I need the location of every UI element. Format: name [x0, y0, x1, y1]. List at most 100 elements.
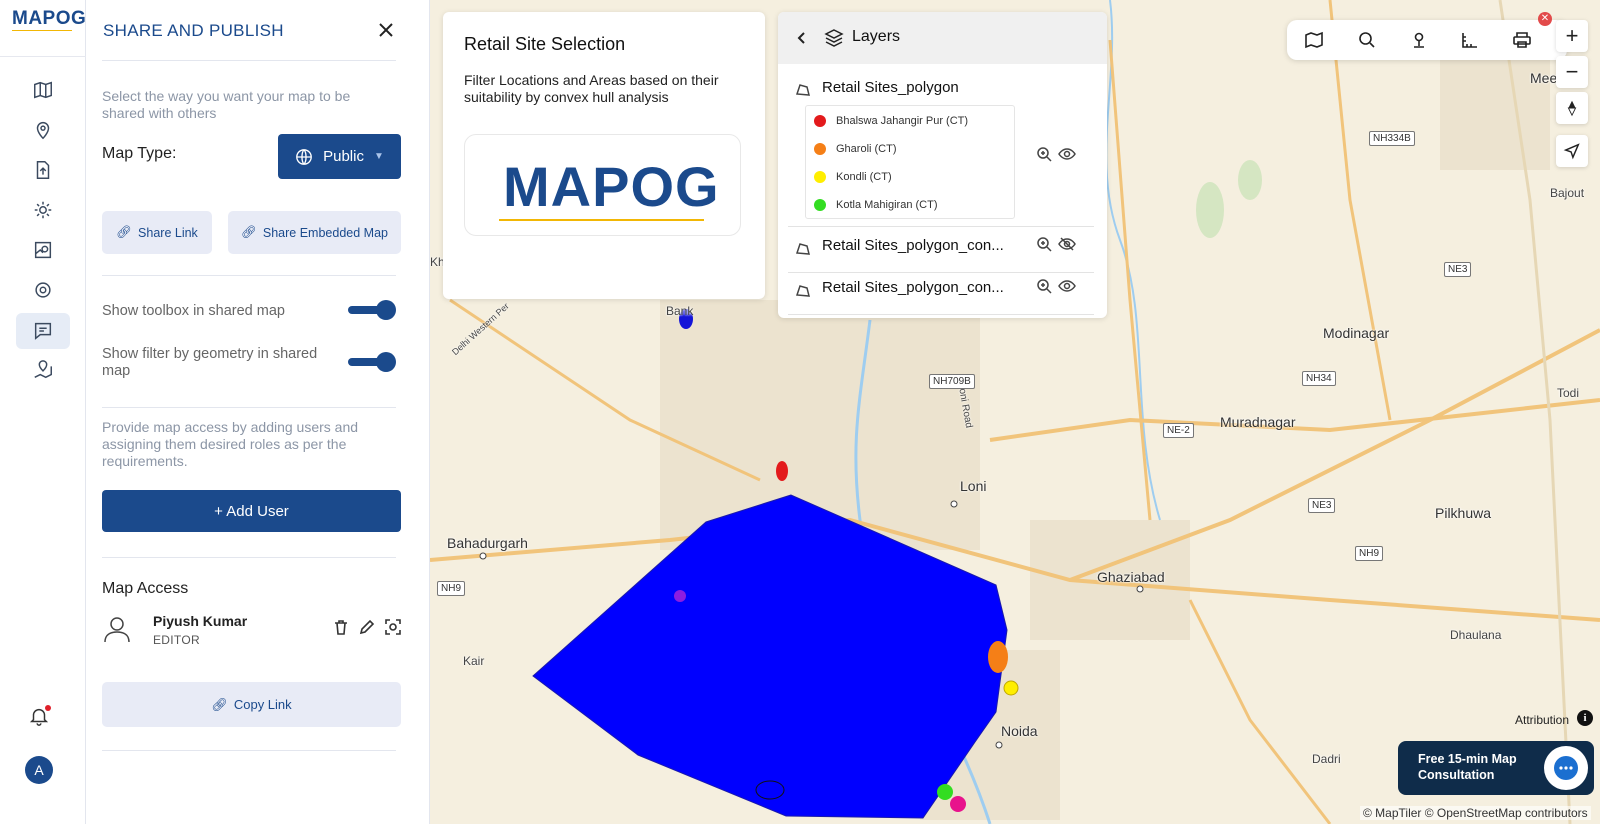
eye-visible-icon[interactable] [1058, 145, 1076, 163]
map-copyright[interactable]: © MapTiler © OpenStreetMap contributors [1360, 806, 1591, 820]
site-marker-orange[interactable] [988, 641, 1008, 673]
layers-header: Layers [778, 12, 1107, 64]
layer-divider [788, 272, 1094, 273]
place-label: Pilkhuwa [1435, 505, 1492, 521]
layer-name[interactable]: Retail Sites_polygon_con... [822, 237, 1004, 254]
site-marker-purple[interactable] [674, 590, 686, 602]
place-label: Dadri [1312, 752, 1341, 766]
legend-item: Kondli (CT) [814, 171, 892, 183]
panel-title: SHARE AND PUBLISH [103, 21, 284, 40]
map-info-card: Retail Site Selection Filter Locations a… [443, 12, 765, 299]
consultation-text: Free 15-min Map Consultation [1418, 752, 1517, 782]
view-access-icon[interactable] [384, 618, 402, 636]
zoom-to-layer-icon[interactable] [1035, 277, 1053, 295]
copy-link-button[interactable]: 🔗︎ Copy Link [102, 682, 401, 727]
user-icon [104, 617, 130, 643]
place-label: Todi [1557, 386, 1580, 400]
map-icon[interactable] [16, 72, 70, 108]
zoom-to-layer-icon[interactable] [1035, 145, 1053, 163]
compass-north-icon[interactable] [1556, 92, 1588, 124]
icon-rail: MAPOG A [0, 0, 86, 824]
map-view-icon[interactable] [1304, 30, 1324, 50]
info-icon[interactable]: i [1577, 710, 1593, 726]
location-pin-icon[interactable] [16, 112, 70, 148]
place-label: Dhaulana [1450, 628, 1502, 642]
rail-divider [0, 56, 86, 57]
map-type-value: Public [323, 148, 364, 165]
print-icon[interactable] [1512, 30, 1532, 50]
layer-name[interactable]: Retail Sites_polygon [822, 79, 959, 96]
share-embedded-map-button[interactable]: 🔗︎ Share Embedded Map [228, 211, 401, 254]
copy-link-label: Copy Link [233, 697, 292, 712]
user-role: EDITOR [153, 633, 200, 647]
upload-file-icon[interactable] [16, 152, 70, 188]
divider [102, 275, 396, 276]
zoom-to-layer-icon[interactable] [1035, 235, 1053, 253]
notification-dot [45, 705, 51, 711]
attribution-label[interactable]: Attribution [1515, 713, 1569, 727]
link-icon: 🔗︎ [211, 696, 228, 712]
logo-underline [12, 30, 72, 31]
divider [102, 60, 396, 61]
chevron-left-icon[interactable] [794, 30, 810, 46]
link-icon: 🔗︎ [116, 225, 133, 239]
legend-item: Bhalswa Jahangir Pur (CT) [814, 115, 968, 127]
add-user-button[interactable]: + Add User [102, 490, 401, 532]
share-link-button[interactable]: 🔗︎ Share Link [102, 211, 212, 254]
settings-icon[interactable] [16, 272, 70, 308]
navigation-arrow-icon [1563, 143, 1580, 160]
layer-legend: Bhalswa Jahangir Pur (CT) Gharoli (CT) K… [805, 105, 1015, 219]
place-label: Bahadurgarh [447, 535, 528, 551]
highway-shield: NH34 [1302, 371, 1336, 386]
eye-visible-icon[interactable] [1058, 277, 1076, 295]
measure-ruler-icon[interactable] [1460, 30, 1480, 50]
layers-title: Layers [852, 28, 901, 45]
site-marker-green[interactable] [937, 784, 953, 800]
geolocate-button[interactable] [1556, 135, 1588, 167]
layer-name[interactable]: Retail Sites_polygon_con... [822, 279, 1004, 296]
map-location-icon[interactable] [16, 352, 70, 388]
site-marker-red[interactable] [776, 461, 788, 481]
user-name: Piyush Kumar [153, 613, 248, 629]
brand-logo-text: MAPOG [503, 155, 720, 218]
place-label: Modinagar [1323, 325, 1390, 341]
highway-shield: NE-2 [1163, 423, 1194, 438]
map-analysis-icon[interactable] [16, 232, 70, 268]
compass-icon [1567, 100, 1577, 117]
map-type-label: Map Type: [102, 145, 177, 162]
close-icon[interactable] [376, 20, 396, 40]
map-type-select[interactable]: Public ▼ [278, 134, 401, 179]
mapog-brand-logo: MAPOG [464, 134, 741, 236]
site-marker-yellow[interactable] [1003, 680, 1019, 696]
toggle-filter-switch[interactable] [348, 352, 398, 372]
eye-hidden-icon[interactable] [1058, 235, 1076, 253]
legend-item: Gharoli (CT) [814, 143, 897, 155]
map-access-title: Map Access [102, 580, 189, 597]
consultation-widget[interactable]: Free 15-min Map Consultation [1398, 741, 1594, 795]
toggle-toolbox-label: Show toolbox in shared map [102, 303, 285, 319]
trash-icon[interactable] [332, 618, 350, 636]
zoom-out-button[interactable]: − [1556, 56, 1588, 88]
pencil-edit-icon[interactable] [358, 618, 376, 636]
chevron-down-icon: ▼ [373, 151, 384, 162]
site-marker-pink[interactable] [950, 796, 966, 812]
polygon-layer-icon [794, 281, 812, 299]
processing-gear-icon[interactable] [16, 192, 70, 228]
map-title: Retail Site Selection [464, 34, 626, 54]
toggle-toolbox-switch[interactable] [348, 300, 398, 320]
zoom-in-button[interactable]: + [1556, 20, 1588, 52]
share-publish-panel: SHARE AND PUBLISH Select the way you wan… [86, 0, 430, 824]
layer-divider [788, 226, 1094, 227]
share-publish-icon[interactable] [16, 313, 70, 349]
layers-panel: Layers Retail Sites_polygon Bhalswa Jaha… [778, 12, 1107, 318]
highway-shield: NE3 [1444, 262, 1472, 277]
logo-text: MAPOG [12, 8, 87, 29]
globe-icon [296, 148, 312, 165]
chat-bubble-icon[interactable] [1544, 746, 1588, 790]
divider [102, 557, 396, 558]
user-avatar[interactable]: A [25, 756, 53, 784]
mapog-logo[interactable]: MAPOG [12, 8, 86, 30]
map-pin-icon[interactable] [1409, 30, 1429, 50]
toolbar-close-icon[interactable]: ✕ [1538, 12, 1552, 26]
search-icon[interactable] [1357, 30, 1377, 50]
